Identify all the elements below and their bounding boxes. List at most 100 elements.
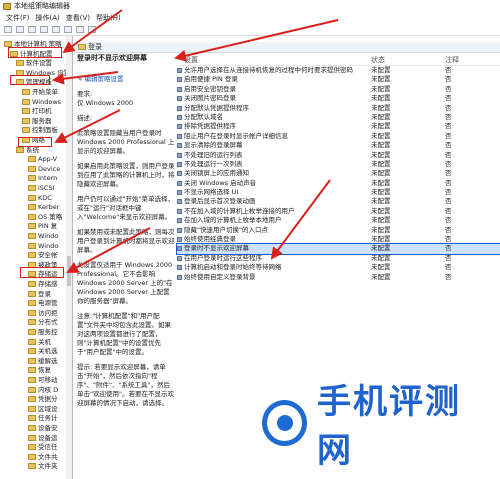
title-bar: 本地组策略编辑器 bbox=[0, 0, 500, 12]
tree-item[interactable]: 访问拒 bbox=[28, 309, 58, 317]
policy-setting-icon bbox=[177, 124, 182, 130]
policy-row[interactable]: 排除凭据提供程序 未配置 否 bbox=[177, 122, 500, 131]
show-hide-tree-icon[interactable] bbox=[40, 25, 48, 33]
requirements-label: 要求: bbox=[77, 90, 93, 98]
policy-row[interactable]: 计算机启动和登录时始终等待网络 未配置 否 bbox=[177, 263, 500, 272]
column-header-note[interactable]: 注释 bbox=[445, 55, 459, 65]
description-p5: 此设置仅适用于 Windows 2000 Professional。它不会影响 … bbox=[77, 261, 173, 305]
tree-item[interactable]: 可移动 bbox=[28, 376, 58, 384]
tree-item[interactable]: KDC bbox=[28, 194, 52, 202]
help-icon[interactable] bbox=[64, 25, 72, 33]
policy-row[interactable]: 显示清除的登录屏幕 未配置 否 bbox=[177, 141, 500, 150]
tree-item[interactable]: 内核 D bbox=[28, 386, 58, 394]
filter-icon[interactable] bbox=[88, 25, 96, 33]
tree-item[interactable]: 控制面板 bbox=[22, 126, 58, 134]
menu-view[interactable]: 查看(V) bbox=[66, 13, 90, 23]
tree-item-label: PIN 复 bbox=[38, 222, 58, 231]
policy-note: 否 bbox=[445, 141, 452, 150]
forward-icon[interactable] bbox=[16, 25, 24, 33]
back-icon[interactable] bbox=[4, 25, 12, 33]
tree-item[interactable]: 安全帐 bbox=[28, 251, 58, 259]
policy-note: 否 bbox=[445, 103, 452, 112]
policy-row[interactable]: 不显示网络选择 UI 未配置否 bbox=[177, 188, 500, 197]
tree-item[interactable]: Windows bbox=[22, 98, 61, 106]
policy-row[interactable]: 分配默认域名 未配置 否 bbox=[177, 113, 500, 122]
column-header-setting[interactable]: 设置 bbox=[184, 55, 198, 65]
tree-item[interactable]: 设备运 bbox=[28, 434, 58, 442]
tree-item[interactable]: 恢复 bbox=[28, 366, 51, 374]
policy-note: 否 bbox=[445, 94, 452, 103]
policy-row[interactable]: 分配默认凭据提供程序 未配置 否 bbox=[177, 104, 500, 113]
folder-icon bbox=[28, 463, 36, 470]
folder-icon bbox=[28, 319, 36, 326]
tree-item[interactable]: PIN 复 bbox=[28, 222, 57, 230]
policy-state: 未配置 bbox=[371, 84, 391, 93]
policy-row[interactable]: 允许用户选择在从连接待机恢复的过程中何时要求提供密码 未配置 否 bbox=[177, 66, 500, 75]
tree-item[interactable]: 电源管 bbox=[28, 299, 58, 307]
tree-item[interactable]: 文件夹 bbox=[28, 462, 58, 470]
tree-item[interactable]: 打印机 bbox=[22, 107, 52, 115]
tree-item[interactable]: iSCSI bbox=[28, 184, 55, 192]
tree-item[interactable]: 区域设 bbox=[28, 405, 58, 413]
tree-item[interactable]: 凭据分 bbox=[28, 395, 58, 403]
menu-action[interactable]: 操作(A) bbox=[36, 13, 60, 23]
policy-row[interactable]: 在加入域的计算机上枚举本地用户 未配置 否 bbox=[177, 216, 500, 225]
policy-row[interactable]: 启用安全密钥登录 未配置 否 bbox=[177, 85, 500, 94]
policy-state: 未配置 bbox=[371, 94, 391, 103]
tree-item[interactable]: 存储感 bbox=[28, 280, 58, 288]
policy-row[interactable]: 关闭锁屏上的应用通知 未配置 否 bbox=[177, 169, 500, 178]
policy-name: 不处理运行一次列表 bbox=[184, 159, 243, 168]
menu-file[interactable]: 文件(F) bbox=[6, 13, 30, 23]
tree-item[interactable]: 关机 bbox=[28, 338, 51, 346]
policy-row[interactable]: 启用便捷 PIN 登录 未配置 否 bbox=[177, 75, 500, 84]
policy-row[interactable]: 关闭图片密码登录 未配置 否 bbox=[177, 94, 500, 103]
edit-policy-link[interactable]: 编辑策略设置 bbox=[85, 75, 124, 83]
folder-icon bbox=[28, 165, 36, 172]
policy-setting-icon bbox=[177, 190, 182, 196]
tree-item[interactable]: 文件共 bbox=[28, 453, 58, 461]
policy-state: 未配置 bbox=[371, 150, 391, 159]
policy-row[interactable]: 不处理旧的运行列表 未配置 否 bbox=[177, 151, 500, 160]
tree-item[interactable]: 设备安 bbox=[28, 424, 58, 432]
menu-help[interactable]: 帮助(H) bbox=[96, 13, 121, 23]
policy-note: 否 bbox=[445, 66, 452, 74]
tree-item[interactable]: Intern bbox=[28, 174, 57, 182]
tree-item[interactable]: 缓解选 bbox=[28, 357, 58, 365]
export-list-icon[interactable] bbox=[52, 25, 60, 33]
folder-icon bbox=[28, 357, 36, 364]
policy-row[interactable]: 在用户登录时运行这些程序 未配置 否 bbox=[177, 254, 500, 263]
properties-icon[interactable] bbox=[76, 25, 84, 33]
tree-scrollbar[interactable] bbox=[66, 36, 72, 479]
policy-row[interactable]: 阻止用户在登录时显示帐户详细信息 未配置 否 bbox=[177, 132, 500, 141]
policy-state: 未配置 bbox=[371, 112, 391, 121]
tree-item[interactable]: 服务控 bbox=[28, 328, 58, 336]
policy-row[interactable]: 始终使用自定义登录背景 未配置 否 bbox=[177, 273, 500, 282]
tree-item[interactable]: OS 策略 bbox=[28, 213, 62, 221]
tree-item[interactable]: 关机选 bbox=[28, 347, 58, 355]
folder-icon bbox=[28, 233, 36, 239]
tree-item[interactable]: Windo bbox=[28, 232, 58, 240]
tree-item[interactable]: Device bbox=[28, 165, 60, 173]
column-header-state[interactable]: 状态 bbox=[371, 55, 385, 65]
tree-item[interactable]: Windo bbox=[28, 242, 58, 250]
up-folder-icon[interactable] bbox=[28, 25, 36, 33]
tree-item[interactable]: 分布式 bbox=[28, 318, 58, 326]
policy-row[interactable]: 登录后显示首次登录动画 未配置 否 bbox=[177, 197, 500, 206]
policy-row[interactable]: 始终使用经典登录 未配置否 bbox=[177, 235, 500, 244]
tree-item[interactable]: 软件设置 bbox=[16, 59, 52, 67]
policy-row[interactable]: 隐藏"快速用户切换"的入口点 未配置 否 bbox=[177, 226, 500, 235]
tree-item[interactable]: App-V bbox=[28, 155, 57, 163]
policy-state: 未配置 bbox=[371, 103, 391, 112]
tree-item[interactable]: 受信任 bbox=[28, 443, 58, 451]
policy-row[interactable]: 不在加入域的计算机上枚举连接的用户 未配置 否 bbox=[177, 207, 500, 216]
tree-item[interactable]: 服务器 bbox=[22, 117, 52, 125]
scrollbar-thumb[interactable] bbox=[67, 256, 71, 286]
tree-item[interactable]: 任务计 bbox=[28, 414, 58, 422]
tree-item[interactable]: 开始菜单 bbox=[22, 88, 58, 96]
policy-row[interactable]: 关闭 Windows 启动声音 未配置 否 bbox=[177, 179, 500, 188]
tree-item[interactable]: 登录 bbox=[28, 290, 51, 298]
policy-name: 不显示网络选择 UI bbox=[184, 188, 239, 197]
tree-item[interactable]: Kerber bbox=[28, 203, 59, 211]
selected-policy-row[interactable]: 登录时不显示欢迎屏幕 未配置 否 bbox=[176, 243, 500, 255]
policy-row[interactable]: 不处理运行一次列表 未配置 否 bbox=[177, 160, 500, 169]
